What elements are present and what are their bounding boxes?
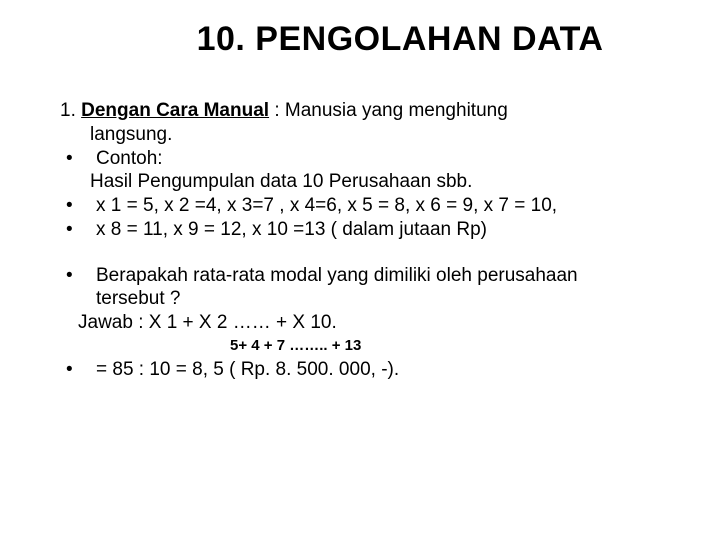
bullet-text: x 8 = 11, x 9 = 12, x 10 =13 ( dalam jut… [96, 218, 670, 242]
item-rest: : Manusia yang menghitung [269, 100, 508, 121]
answer-line: Jawab : X 1 + X 2 …… + X 10. [78, 311, 670, 335]
numbered-item-1: 1. Dengan Cara Manual : Manusia yang men… [60, 99, 670, 123]
bullet-text: Contoh: [96, 147, 670, 171]
line: Berapakah rata-rata modal yang dimiliki … [96, 265, 578, 286]
bullet-text: x 1 = 5, x 2 =4, x 3=7 , x 4=6, x 5 = 8,… [96, 194, 670, 218]
spacer [60, 242, 670, 264]
bullet-cont: Hasil Pengumpulan data 10 Perusahaan sbb… [90, 170, 670, 194]
bullet-dot: • [60, 147, 96, 171]
slide: 10. PENGOLAHAN DATA 1. Dengan Cara Manua… [0, 0, 720, 540]
line: tersebut ? [96, 288, 181, 309]
bullet-item: • x 1 = 5, x 2 =4, x 3=7 , x 4=6, x 5 = … [60, 194, 670, 218]
bullet-text: Berapakah rata-rata modal yang dimiliki … [96, 264, 670, 312]
bullet-item: • x 8 = 11, x 9 = 12, x 10 =13 ( dalam j… [60, 218, 670, 242]
bullet-text: = 85 : 10 = 8, 5 ( Rp. 8. 500. 000, -). [96, 358, 670, 382]
bullet-item: • = 85 : 10 = 8, 5 ( Rp. 8. 500. 000, -)… [60, 358, 670, 382]
bullet-dot: • [60, 358, 96, 382]
small-sum: 5+ 4 + 7 …….. + 13 [230, 337, 670, 356]
bullet-dot: • [60, 264, 96, 288]
bullet-dot: • [60, 218, 96, 242]
item-1-cont: langsung. [90, 123, 670, 147]
bullet-dot: • [60, 194, 96, 218]
item-lead: Dengan Cara Manual [81, 100, 269, 121]
slide-title: 10. PENGOLAHAN DATA [120, 20, 680, 59]
content-block: 1. Dengan Cara Manual : Manusia yang men… [60, 99, 670, 381]
item-number: 1. [60, 100, 81, 121]
bullet-item: • Contoh: [60, 147, 670, 171]
bullet-item: • Berapakah rata-rata modal yang dimilik… [60, 264, 670, 312]
